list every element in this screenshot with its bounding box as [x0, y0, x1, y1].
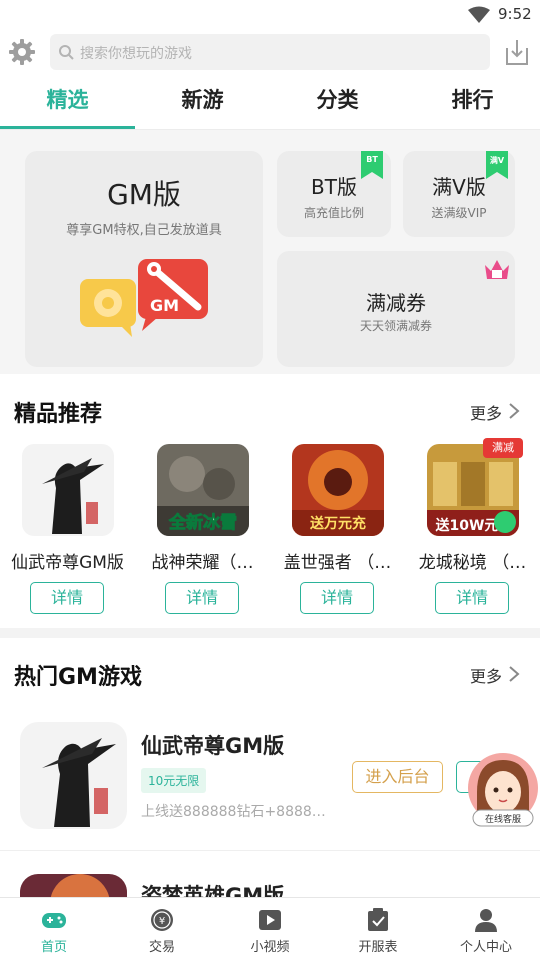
game-icon[interactable]	[20, 874, 127, 897]
nav-trade[interactable]: ¥ 交易	[108, 898, 216, 961]
game-title: 姿梦英雄GM版	[141, 884, 285, 897]
chevron-right-icon[interactable]	[508, 402, 520, 420]
game-name: 仙武帝尊GM版	[11, 553, 124, 573]
rec-game-card[interactable]: 送10W元 满减 龙城秘境 （… 详情	[405, 438, 540, 624]
gm-card-title: GM版	[107, 178, 181, 211]
chevron-right-icon[interactable]	[508, 665, 520, 683]
rec-game-card[interactable]: 全新冰雪 战神荣耀（… 详情	[135, 444, 270, 624]
bottom-navigation: 首页 ¥ 交易 小视频 开服表 个人中心	[0, 897, 540, 960]
tab-new[interactable]: 新游	[135, 84, 270, 114]
hot-game-row[interactable]: 仙武帝尊GM版 10元无限 上线送888888钻石+8888… 进入后台	[0, 700, 540, 850]
gm-card-subtitle: 尊享GM特权,自己发放道具	[66, 223, 222, 238]
game-icon[interactable]	[20, 722, 127, 829]
game-icon[interactable]: 送万元充	[292, 444, 384, 536]
section-divider	[0, 628, 540, 638]
bt-card-subtitle: 高充值比例	[303, 206, 364, 220]
gm-logo-text: GM	[150, 296, 179, 315]
game-name: 盖世强者 （…	[283, 553, 392, 573]
video-icon	[259, 910, 281, 930]
service-label: 在线客服	[485, 813, 521, 825]
nav-video[interactable]: 小视频	[216, 898, 324, 961]
game-icon-caption: 全新冰雪	[168, 512, 237, 533]
game-icon[interactable]	[22, 444, 114, 536]
download-icon[interactable]	[505, 38, 529, 66]
tab-category[interactable]: 分类	[270, 84, 405, 114]
game-icon-caption: 送万元充	[309, 515, 366, 532]
game-icon-caption: 送10W元	[435, 517, 499, 534]
tab-ranking[interactable]: 排行	[405, 84, 540, 114]
section-title: 热门GM游戏	[14, 665, 142, 690]
nav-home[interactable]: 首页	[0, 898, 108, 961]
nav-label: 交易	[148, 940, 175, 955]
vip-version-card[interactable]: 满V版 送满级VIP 满V	[403, 151, 515, 237]
gm-tools-icon: GM	[80, 259, 208, 337]
detail-button[interactable]: 详情	[300, 582, 374, 614]
vip-badge-text: 满V	[489, 156, 505, 165]
more-link[interactable]: 更多	[470, 663, 502, 687]
nav-profile[interactable]: 个人中心	[432, 898, 540, 961]
coupon-card-subtitle: 天天领满减券	[359, 319, 432, 333]
nav-label: 首页	[40, 940, 67, 955]
rec-game-card[interactable]: 送万元充 盖世强者 （… 详情	[270, 444, 405, 624]
calendar-icon	[368, 908, 388, 931]
vip-card-subtitle: 送满级VIP	[431, 206, 487, 220]
bt-version-card[interactable]: BT版 高充值比例 BT	[277, 151, 391, 237]
coupon-card[interactable]: 满减券 天天领满减券	[277, 251, 515, 367]
game-name: 战神荣耀（…	[151, 553, 254, 573]
feature-area: GM版 尊享GM特权,自己发放道具 GM BT版 高充值比例 BT 满V版 送满…	[0, 130, 540, 374]
nav-label: 开服表	[358, 940, 398, 955]
detail-button[interactable]: 详情	[435, 582, 509, 614]
search-icon	[59, 45, 74, 60]
gm-version-card[interactable]: GM版 尊享GM特权,自己发放道具 GM	[25, 151, 263, 367]
detail-button[interactable]: 详情	[165, 582, 239, 614]
clock: 9:52	[498, 5, 532, 23]
enter-backend-button[interactable]: 进入后台	[352, 761, 443, 793]
gear-icon[interactable]	[8, 38, 36, 66]
section-title: 精品推荐	[14, 402, 103, 427]
status-bar: 9:52	[0, 0, 540, 30]
search-bar[interactable]: 搜索你想玩的游戏	[50, 34, 490, 70]
tab-featured[interactable]: 精选	[0, 84, 135, 114]
nav-label: 个人中心	[459, 940, 512, 955]
recommended-header: 精品推荐 更多	[0, 380, 540, 434]
game-title: 仙武帝尊GM版	[141, 734, 285, 758]
top-header: 搜索你想玩的游戏	[0, 30, 540, 76]
user-icon	[475, 909, 497, 932]
game-description: 上线送888888钻石+8888…	[141, 804, 326, 820]
game-icon[interactable]: 全新冰雪	[157, 444, 249, 536]
customer-service-button[interactable]: 在线客服	[467, 752, 539, 828]
svg-text:¥: ¥	[159, 916, 165, 927]
hot-game-row[interactable]: 姿梦英雄GM版	[0, 852, 540, 897]
wifi-icon	[468, 6, 490, 23]
more-link[interactable]: 更多	[470, 400, 502, 424]
bt-badge-icon: BT	[361, 151, 383, 179]
game-name: 龙城秘境 （…	[418, 553, 527, 573]
nav-label: 小视频	[250, 940, 290, 955]
trade-icon: ¥	[151, 909, 173, 931]
coupon-card-title: 满减券	[366, 291, 426, 315]
rec-game-card[interactable]: 仙武帝尊GM版 详情	[0, 444, 135, 624]
detail-button[interactable]: 详情	[30, 582, 104, 614]
promo-tag: 10元无限	[141, 768, 207, 793]
gamepad-icon	[42, 913, 66, 928]
hot-gm-header: 热门GM游戏 更多	[0, 643, 540, 697]
row-divider	[0, 850, 540, 851]
crown-icon	[485, 260, 509, 279]
discount-badge: 满减	[483, 438, 523, 458]
search-placeholder: 搜索你想玩的游戏	[80, 46, 192, 62]
nav-server-schedule[interactable]: 开服表	[324, 898, 432, 961]
service-avatar-icon: 在线客服	[468, 753, 538, 827]
bt-badge-text: BT	[366, 155, 378, 164]
vip-badge-icon: 满V	[486, 151, 508, 179]
tab-indicator	[0, 126, 135, 129]
category-tabs: 精选 新游 分类 排行	[0, 76, 540, 130]
